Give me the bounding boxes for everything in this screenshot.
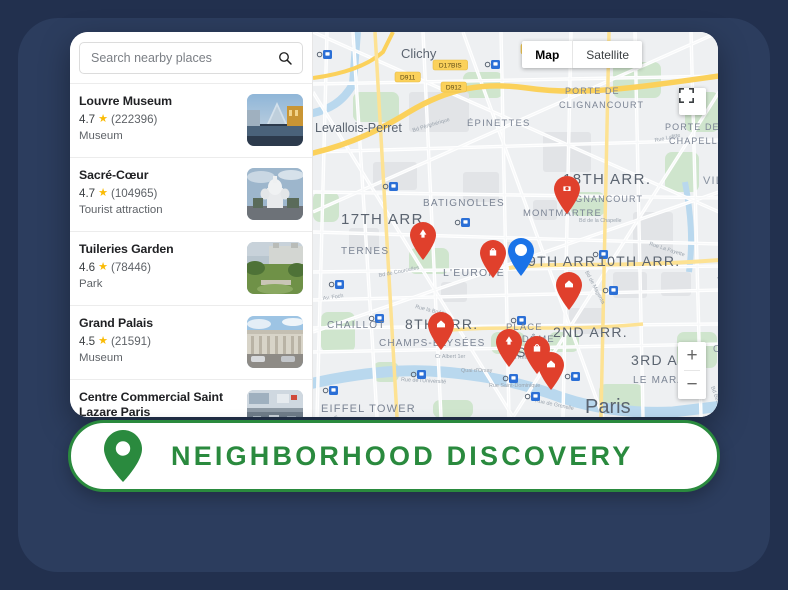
list-item[interactable]: Tuileries Garden 4.6 ★ (78446) Park <box>70 231 312 305</box>
list-item-text: Louvre Museum 4.7 ★ (222396) Museum <box>79 94 239 142</box>
svg-text:MONTMARTRE: MONTMARTRE <box>523 208 602 219</box>
place-thumbnail[interactable] <box>247 168 303 220</box>
place-rating: 4.7 ★ (222396) <box>79 113 239 126</box>
svg-text:PORTE DE: PORTE DE <box>565 86 620 96</box>
list-item[interactable]: Grand Palais 4.5 ★ (21591) Museum <box>70 305 312 379</box>
search-container <box>70 32 312 83</box>
svg-text:CHAMPS-ÉLYSÉES: CHAMPS-ÉLYSÉES <box>379 336 485 349</box>
place-name: Tuileries Garden <box>79 242 174 256</box>
map-pin-icon <box>101 429 145 483</box>
review-count: (21591) <box>111 335 151 348</box>
place-name: Grand Palais <box>79 316 153 330</box>
place-rating: 4.7 ★ (104965) <box>79 187 239 200</box>
list-item-text: Grand Palais 4.5 ★ (21591) Museum <box>79 316 239 364</box>
svg-text:Rue Saint-Dominique: Rue Saint-Dominique <box>489 383 540 389</box>
svg-text:D912: D912 <box>446 84 462 91</box>
svg-text:VILLE: VILLE <box>703 175 718 187</box>
svg-text:CHAILLOT: CHAILLOT <box>327 320 386 331</box>
rating-value: 4.5 <box>79 335 96 348</box>
places-list: Louvre Museum 4.7 ★ (222396) Museum Sacr… <box>70 83 312 417</box>
map-canvas[interactable]: Bd Périphérique Bd de Courcelles Rue Lafit… <box>313 32 718 417</box>
search-input[interactable] <box>89 50 277 66</box>
place-category: Museum <box>79 130 123 142</box>
place-name: Louvre Museum <box>79 94 172 108</box>
rating-value: 4.7 <box>79 187 96 200</box>
place-thumbnail[interactable] <box>247 94 303 146</box>
place-category: Museum <box>79 352 123 364</box>
zoom-out-button[interactable]: − <box>678 371 706 399</box>
search-icon[interactable] <box>277 50 293 66</box>
svg-text:Quai d'Orsay: Quai d'Orsay <box>461 368 493 374</box>
zoom-controls[interactable]: + − <box>678 342 706 399</box>
svg-text:PORTE DE LA: PORTE DE LA <box>665 122 718 132</box>
svg-text:D17BIS: D17BIS <box>439 62 462 69</box>
svg-text:EIFFEL TOWER: EIFFEL TOWER <box>321 403 416 415</box>
rating-value: 4.6 <box>79 261 96 274</box>
svg-text:CHAPELLE: CHAPELLE <box>669 136 718 146</box>
place-rating: 4.5 ★ (21591) <box>79 335 239 348</box>
svg-text:Clichy: Clichy <box>401 46 437 61</box>
svg-text:ÉPINETTES: ÉPINETTES <box>467 118 531 129</box>
place-thumbnail[interactable] <box>247 390 303 417</box>
list-item-text: Centre Commercial Saint Lazare Paris 4 ★… <box>79 390 239 417</box>
map-type-satellite[interactable]: Satellite <box>573 41 642 68</box>
review-count: (222396) <box>111 113 158 126</box>
place-category: Park <box>79 278 103 290</box>
star-icon: ★ <box>98 113 108 125</box>
svg-text:Paris: Paris <box>585 396 631 417</box>
review-count: (78446) <box>111 261 151 274</box>
svg-text:2ND ARR.: 2ND ARR. <box>553 324 628 340</box>
star-icon: ★ <box>98 261 108 273</box>
places-list-panel: Louvre Museum 4.7 ★ (222396) Museum <box>70 32 313 417</box>
list-item-text: Tuileries Garden 4.6 ★ (78446) Park <box>79 242 239 290</box>
rating-value: 4.7 <box>79 113 96 126</box>
search-box[interactable] <box>79 42 303 74</box>
svg-text:9TH ARR.: 9TH ARR. <box>528 253 601 269</box>
star-icon: ★ <box>98 335 108 347</box>
svg-text:BATIGNOLLES: BATIGNOLLES <box>423 198 505 209</box>
list-item[interactable]: Sacré-Cœur 4.7 ★ (104965) Tourist attrac… <box>70 157 312 231</box>
neighborhood-discovery-banner: NEIGHBORHOOD DISCOVERY <box>68 420 720 492</box>
place-rating: 4.6 ★ (78446) <box>79 261 239 274</box>
svg-text:TERNES: TERNES <box>341 246 389 257</box>
svg-text:OBERKA: OBERKA <box>713 344 718 355</box>
svg-text:Levallois-Perret: Levallois-Perret <box>315 121 402 135</box>
svg-text:CLIGNANCOURT: CLIGNANCOURT <box>559 100 644 110</box>
map-type-toggle[interactable]: Map Satellite <box>522 41 642 68</box>
zoom-in-button[interactable]: + <box>678 342 706 370</box>
place-name: Sacré-Cœur <box>79 168 149 182</box>
map-type-map[interactable]: Map <box>522 41 572 68</box>
place-thumbnail[interactable] <box>247 316 303 368</box>
maps-app-card: Louvre Museum 4.7 ★ (222396) Museum <box>70 32 718 417</box>
banner-title: NEIGHBORHOOD DISCOVERY <box>171 440 634 471</box>
list-item-text: Sacré-Cœur 4.7 ★ (104965) Tourist attrac… <box>79 168 239 216</box>
map-graphics: Bd PériphériqueBd de CourcellesRue Lafit… <box>313 32 718 417</box>
star-icon: ★ <box>98 187 108 199</box>
place-name: Centre Commercial Saint Lazare Paris <box>79 390 223 417</box>
list-item[interactable]: Centre Commercial Saint Lazare Paris 4 ★… <box>70 379 312 417</box>
review-count: (104965) <box>111 187 158 200</box>
place-thumbnail[interactable] <box>247 242 303 294</box>
list-item[interactable]: Louvre Museum 4.7 ★ (222396) Museum <box>70 83 312 157</box>
svg-text:10TH ARR.: 10TH ARR. <box>598 253 681 269</box>
place-category: Tourist attraction <box>79 204 163 216</box>
svg-text:Cr Albert 1er: Cr Albert 1er <box>435 354 465 360</box>
fullscreen-icon[interactable] <box>679 88 706 115</box>
svg-text:D911: D911 <box>400 74 416 81</box>
